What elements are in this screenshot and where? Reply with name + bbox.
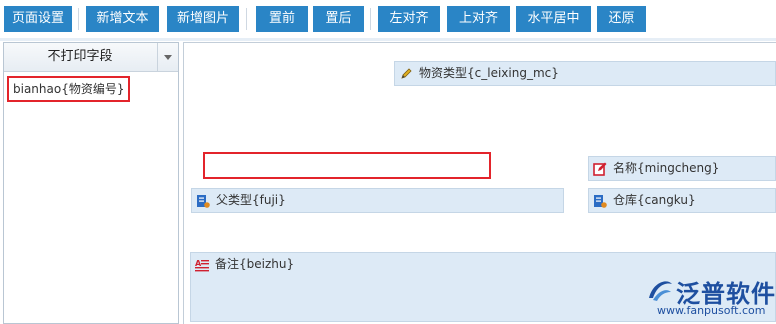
add-text-button[interactable]: 新增文本: [86, 6, 159, 32]
toolbar-separator: [246, 8, 247, 30]
chevron-down-icon[interactable]: [157, 43, 179, 71]
document-icon: [594, 195, 607, 208]
field-wuzi-leixing[interactable]: 物资类型{c_leixing_mc}: [394, 61, 776, 86]
field-fulei[interactable]: 父类型{fuji}: [191, 188, 564, 213]
svg-text:A: A: [195, 259, 202, 268]
edit-icon: [593, 162, 607, 176]
field-cangku[interactable]: 仓库{cangku}: [588, 188, 776, 213]
pencil-icon: [401, 68, 412, 79]
non-print-fields-panel: 不打印字段 bianhao{物资编号}: [3, 42, 179, 324]
align-left-button[interactable]: 左对齐: [378, 6, 440, 32]
logo-url: www.fanpusoft.com: [657, 304, 766, 317]
bring-front-button[interactable]: 置前: [256, 6, 308, 32]
brand-logo: 泛普软件 www.fanpusoft.com: [643, 276, 776, 322]
field-mingcheng[interactable]: 名称{mingcheng}: [588, 156, 776, 181]
field-label: 仓库{cangku}: [613, 193, 696, 207]
list-item-bianhao[interactable]: bianhao{物资编号}: [7, 76, 131, 102]
toolbar-divider: [0, 38, 776, 41]
toolbar-separator: [78, 8, 79, 30]
text-lines-icon: A: [195, 259, 209, 272]
field-label: 名称{mingcheng}: [613, 161, 720, 175]
toolbar: 页面设置 新增文本 新增图片 置前 置后 左对齐 上对齐 水平居中 还原: [0, 0, 776, 38]
logo-icon: [649, 281, 672, 301]
field-label: 备注{beizhu}: [215, 257, 295, 271]
field-label: 物资类型{c_leixing_mc}: [419, 66, 559, 80]
selection-highlight-box[interactable]: [203, 152, 491, 179]
align-top-button[interactable]: 上对齐: [447, 6, 510, 32]
send-back-button[interactable]: 置后: [313, 6, 364, 32]
document-icon: [197, 195, 210, 208]
center-horizontal-button[interactable]: 水平居中: [516, 6, 591, 32]
panel-title: 不打印字段: [47, 49, 113, 64]
add-image-button[interactable]: 新增图片: [167, 6, 239, 32]
toolbar-separator: [370, 8, 371, 30]
page-setup-button[interactable]: 页面设置: [4, 6, 72, 32]
field-label: 父类型{fuji}: [216, 193, 286, 207]
restore-button[interactable]: 还原: [597, 6, 646, 32]
panel-header: 不打印字段: [4, 43, 178, 72]
